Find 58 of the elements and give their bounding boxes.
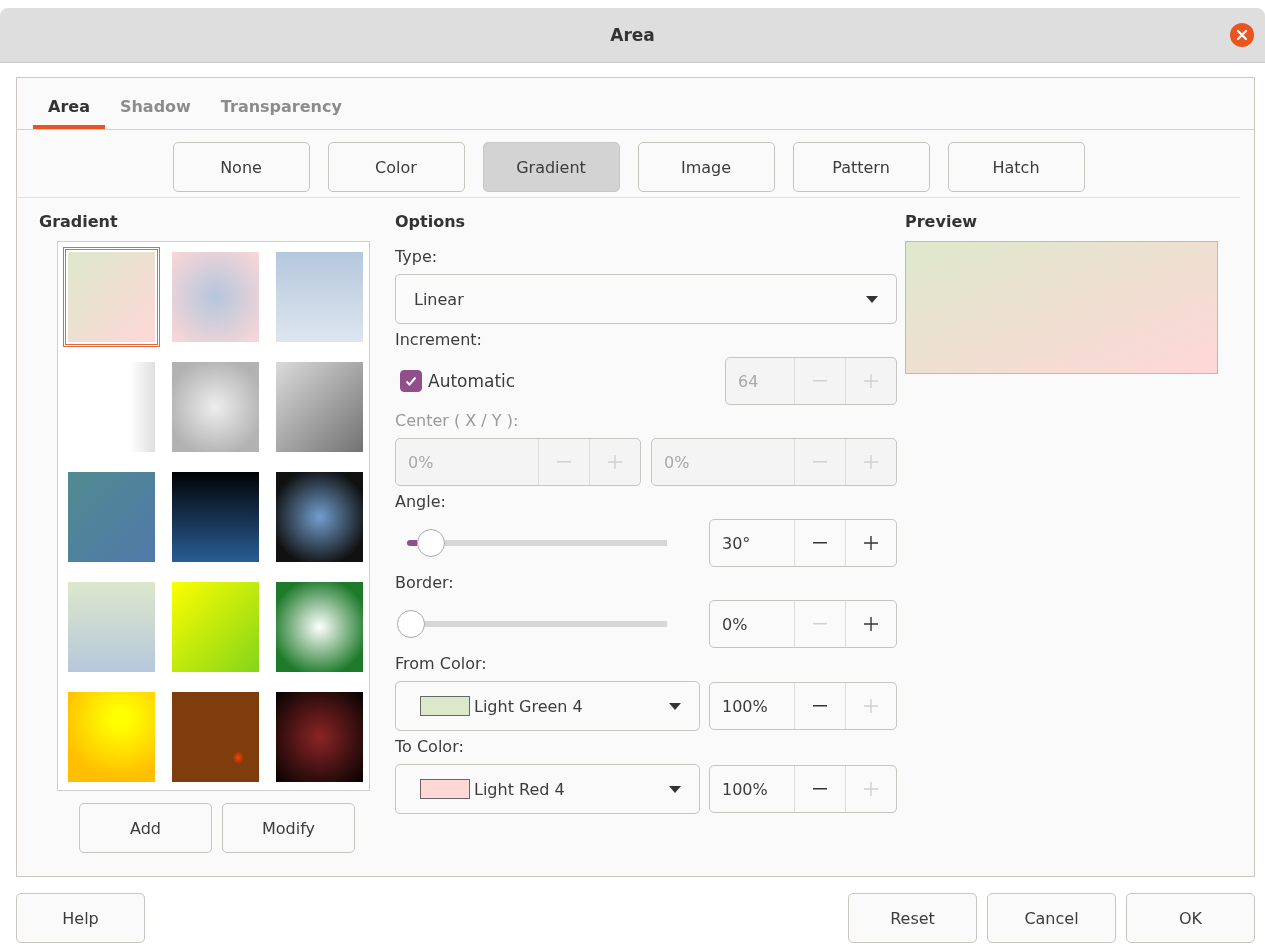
minus-icon [813,623,827,625]
minus-icon [813,380,827,382]
color-name: Light Green 4 [474,696,584,716]
spin-value[interactable]: 100% [710,683,794,729]
caret-icon [866,295,878,303]
slider-thumb[interactable] [397,610,425,638]
plus-icon [864,536,878,550]
gradient-action-button[interactable]: Modify [222,803,355,853]
spin-value[interactable]: 30° [710,520,794,566]
color-name: Light Red 4 [474,779,566,799]
fill-type-button[interactable]: Image [637,142,775,192]
section-heading: Preview [905,212,978,231]
field-label: Increment: [395,330,483,349]
dialog-button[interactable]: OK [1126,893,1255,943]
plus-icon [864,782,878,796]
fill-type-button[interactable]: Hatch [947,142,1085,192]
gradient-swatch[interactable] [63,247,160,347]
slider-thumb[interactable] [417,529,446,557]
caret-icon [669,785,681,793]
minus-icon [813,788,827,790]
fill-type-button[interactable]: None [172,142,310,192]
field-label: From Color: [395,654,488,673]
section-heading: Gradient [39,212,119,231]
color-dropdown[interactable]: Light Green 4 [395,681,700,731]
plus-icon [608,455,622,469]
close-icon[interactable] [1229,22,1255,48]
minus-icon [557,461,571,463]
window-title: Area [610,25,655,45]
minus-icon [813,705,827,707]
checkbox-label: Automatic [428,371,516,391]
field-label: Center ( X / Y ): [395,411,520,430]
field-label: Type: [395,247,439,266]
gradient-action-button[interactable]: Add [79,803,212,853]
minus-icon [813,542,827,544]
dialog-button[interactable]: Reset [848,893,977,943]
dialog-button[interactable]: Cancel [987,893,1116,943]
tab[interactable]: Area [33,78,105,129]
fill-type-button[interactable]: Color [327,142,465,192]
automatic-checkbox[interactable]: Automatic [395,370,516,392]
color-dropdown[interactable]: Light Red 4 [395,764,700,814]
spin-value[interactable]: 0% [710,601,794,647]
plus-icon [864,617,878,631]
checkbox[interactable] [400,370,422,392]
plus-icon [864,455,878,469]
plus-icon [864,699,878,713]
dialog-button[interactable]: Help [16,893,145,943]
type-dropdown[interactable]: Linear [395,274,897,324]
field-label: Border: [395,573,455,592]
plus-icon [864,374,878,388]
section-heading: Options [395,212,467,231]
caret-icon [669,702,681,710]
spin-value[interactable]: 100% [710,766,794,812]
field-label: Angle: [395,492,447,511]
fill-type-button[interactable]: Gradient [482,142,620,192]
checkmark-icon [404,374,418,388]
field-label: To Color: [395,737,465,756]
fill-type-button[interactable]: Pattern [792,142,930,192]
minus-icon [813,461,827,463]
